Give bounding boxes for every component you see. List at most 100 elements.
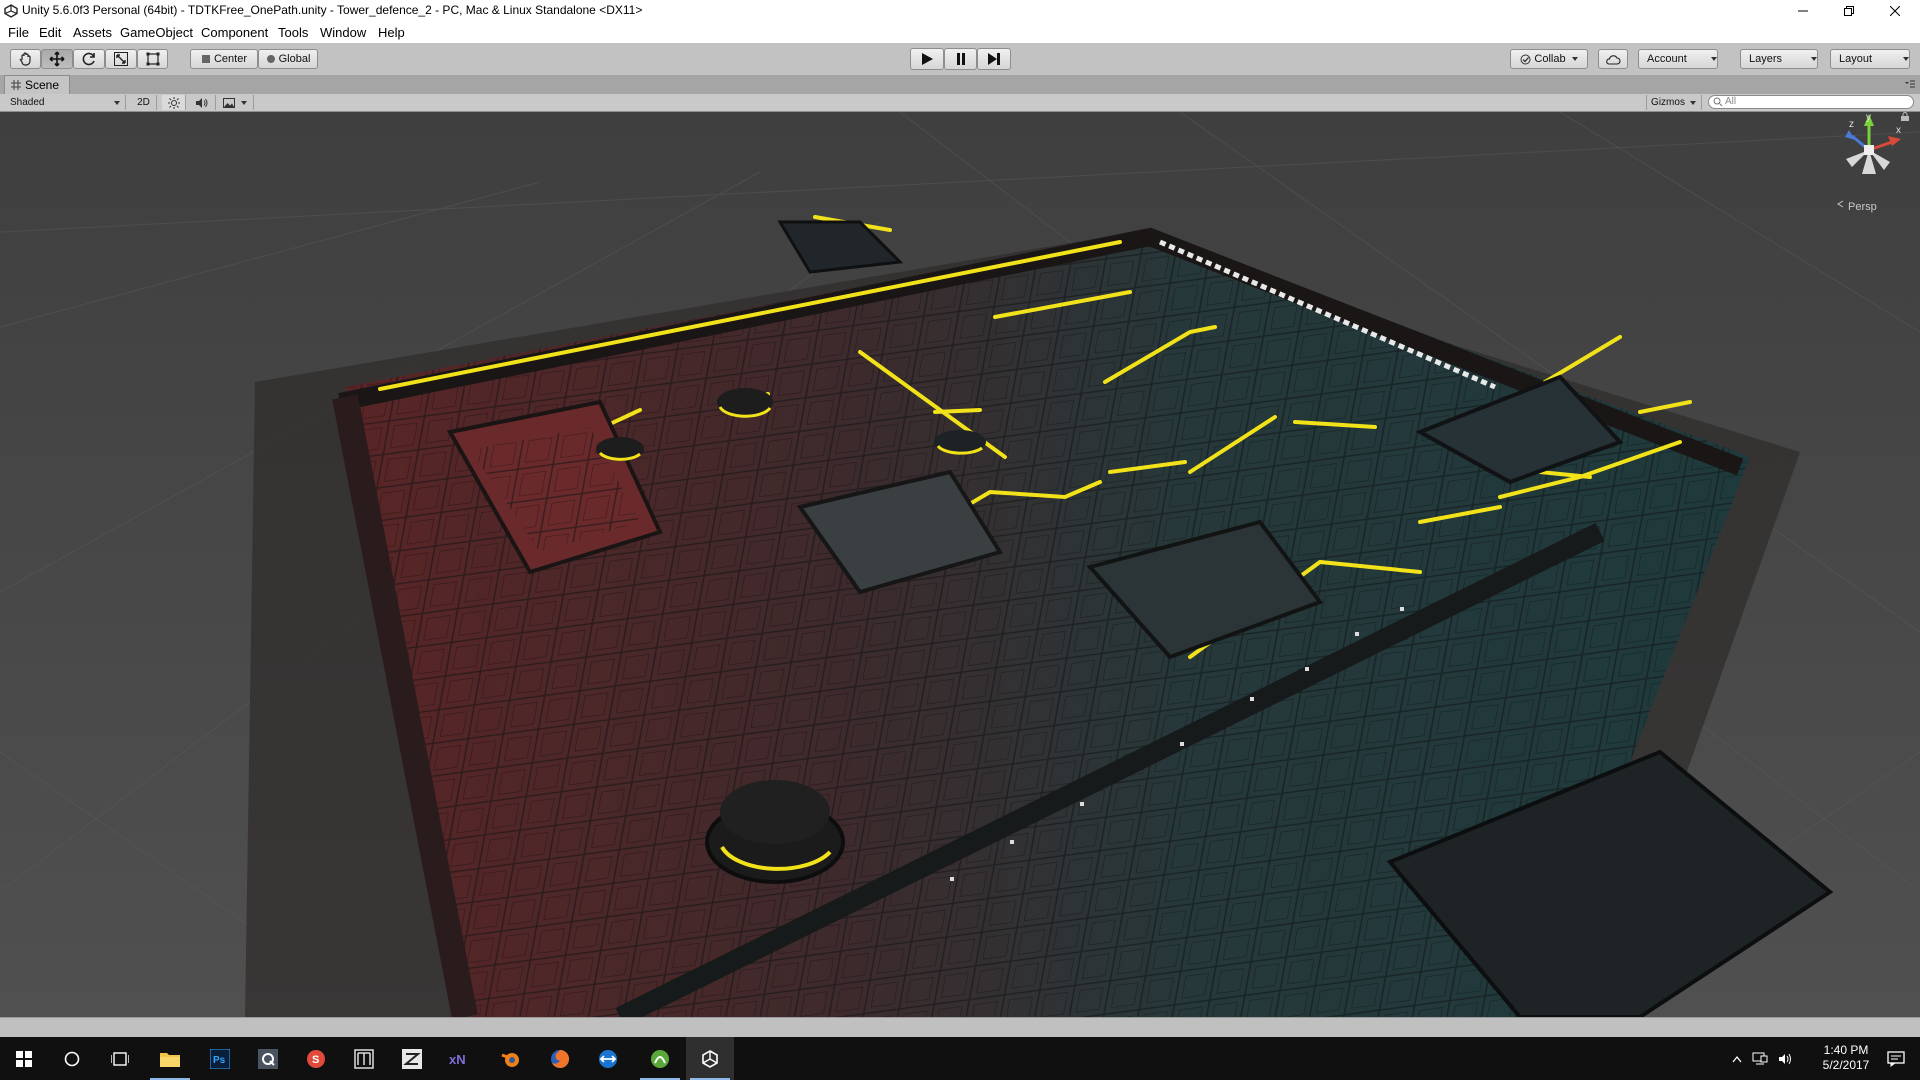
- menu-file[interactable]: File: [8, 25, 29, 40]
- clock-time: 1:40 PM: [1823, 1043, 1869, 1057]
- zbrush-icon: [402, 1048, 422, 1069]
- green-app-icon: [651, 1049, 669, 1068]
- file-explorer-icon: [160, 1052, 180, 1067]
- menu-gameobject[interactable]: GameObject: [120, 25, 193, 40]
- collab-dropdown[interactable]: Collab: [1510, 49, 1588, 69]
- projection-label[interactable]: Persp: [1848, 201, 1877, 213]
- svg-text:S: S: [312, 1054, 319, 1066]
- gizmo-center: [1864, 145, 1874, 155]
- toggle-audio-button[interactable]: [188, 95, 216, 110]
- scene-view[interactable]: y x z Persp: [0, 112, 1920, 1017]
- photoshop-icon: Ps: [210, 1048, 230, 1069]
- move-tool-button[interactable]: [41, 49, 73, 69]
- tray-expand-icon[interactable]: [1732, 1055, 1742, 1063]
- search-icon: [1713, 97, 1723, 107]
- taskbar-firefox[interactable]: [536, 1037, 584, 1080]
- taskbar-xnormal[interactable]: xN: [436, 1037, 484, 1080]
- menu-assets[interactable]: Assets: [73, 25, 112, 40]
- close-button[interactable]: [1872, 0, 1918, 22]
- sun-icon: [167, 96, 180, 109]
- scene-canvas[interactable]: y x z Persp: [0, 112, 1920, 1017]
- rotate-tool-button[interactable]: [73, 49, 105, 69]
- marmoset-icon: [354, 1048, 374, 1069]
- unity-logo-icon: [4, 4, 18, 18]
- windows-taskbar: Ps S xN 1:40 PM 5/2/2017: [0, 1037, 1920, 1080]
- taskbar-substance[interactable]: S: [292, 1037, 340, 1080]
- move-icon: [49, 51, 65, 67]
- taskbar-clock[interactable]: 1:40 PM 5/2/2017: [1816, 1043, 1876, 1073]
- layout-label: Layout: [1839, 53, 1873, 65]
- step-button[interactable]: [977, 48, 1011, 70]
- tab-scene[interactable]: Scene: [4, 75, 71, 94]
- taskbar-file-explorer[interactable]: [146, 1037, 194, 1080]
- menu-help[interactable]: Help: [378, 25, 405, 40]
- taskbar-marmoset[interactable]: [340, 1037, 388, 1080]
- cloud-services-button[interactable]: [1598, 49, 1628, 69]
- gizmo-x-label: x: [1896, 125, 1901, 136]
- status-bar: [0, 1017, 1920, 1038]
- layout-dropdown[interactable]: Layout: [1830, 49, 1910, 69]
- gizmos-dropdown[interactable]: Gizmos: [1646, 95, 1702, 110]
- task-view-icon: [111, 1051, 129, 1066]
- minimize-button[interactable]: [1780, 0, 1826, 22]
- blender-icon: [501, 1052, 519, 1067]
- hierarchy-search-input[interactable]: All: [1708, 95, 1914, 109]
- cortana-button[interactable]: [48, 1037, 96, 1080]
- scale-tool-button[interactable]: [105, 49, 137, 69]
- xnormal-icon: xN: [449, 1052, 466, 1067]
- rect-transform-icon: [146, 52, 159, 66]
- play-button[interactable]: [910, 48, 944, 70]
- toggle-2d-button[interactable]: 2D: [131, 95, 157, 110]
- hand-tool-button[interactable]: [10, 49, 41, 69]
- menu-window[interactable]: Window: [320, 25, 366, 40]
- collab-label: Collab: [1534, 53, 1566, 65]
- cloud-icon: [1606, 54, 1621, 65]
- clock-date: 5/2/2017: [1822, 1058, 1870, 1072]
- dropdown-arrow-icon: [241, 100, 247, 105]
- taskbar-zbrush[interactable]: [388, 1037, 436, 1080]
- speaker-icon: [195, 97, 207, 108]
- gizmos-label: Gizmos: [1651, 97, 1685, 108]
- taskbar-quixel[interactable]: [244, 1037, 292, 1080]
- effects-dropdown[interactable]: [218, 95, 254, 110]
- firefox-icon: [551, 1049, 570, 1068]
- window-title: Unity 5.6.0f3 Personal (64bit) - TDTKFre…: [22, 3, 643, 17]
- taskbar-photoshop[interactable]: Ps: [196, 1037, 244, 1080]
- hand-icon: [19, 52, 31, 66]
- gizmo-y-label: y: [1866, 112, 1871, 123]
- cortana-search-icon: [64, 1051, 80, 1066]
- taskbar-unity[interactable]: [686, 1037, 734, 1080]
- account-dropdown[interactable]: Account: [1638, 49, 1718, 69]
- teamviewer-icon: [599, 1049, 617, 1068]
- play-icon: [922, 53, 933, 65]
- pivot-center-toggle[interactable]: Center: [190, 49, 258, 69]
- pivot-icon: [201, 55, 210, 63]
- draw-mode-dropdown[interactable]: Shaded: [0, 95, 126, 110]
- toggle-lighting-button[interactable]: [162, 95, 186, 110]
- mode-2d-label: 2D: [137, 97, 150, 108]
- action-center-button[interactable]: [1872, 1037, 1920, 1080]
- taskbar-green-app[interactable]: [636, 1037, 684, 1080]
- volume-icon[interactable]: [1778, 1052, 1794, 1066]
- tab-menu-icon[interactable]: [1904, 80, 1916, 90]
- rect-tool-button[interactable]: [137, 49, 168, 69]
- task-view-button[interactable]: [96, 1037, 144, 1080]
- scale-icon: [114, 52, 128, 66]
- scene-grid-icon: [11, 80, 21, 90]
- gizmo-z-label: z: [1849, 119, 1854, 130]
- account-label: Account: [1647, 53, 1687, 65]
- taskbar-blender[interactable]: [486, 1037, 534, 1080]
- svg-text:xN: xN: [449, 1052, 466, 1067]
- menu-edit[interactable]: Edit: [39, 25, 61, 40]
- menu-tools[interactable]: Tools: [278, 25, 308, 40]
- scene-toolbar: Shaded 2D Gizmos All: [0, 94, 1920, 112]
- step-icon: [988, 53, 1000, 65]
- taskbar-teamviewer[interactable]: [584, 1037, 632, 1080]
- pause-button[interactable]: [944, 48, 977, 70]
- restore-button[interactable]: [1826, 0, 1872, 22]
- pivot-rotation-toggle[interactable]: Global: [258, 49, 318, 69]
- menu-component[interactable]: Component: [201, 25, 268, 40]
- network-icon[interactable]: [1752, 1052, 1768, 1066]
- start-button[interactable]: [0, 1037, 48, 1080]
- layers-dropdown[interactable]: Layers: [1740, 49, 1818, 69]
